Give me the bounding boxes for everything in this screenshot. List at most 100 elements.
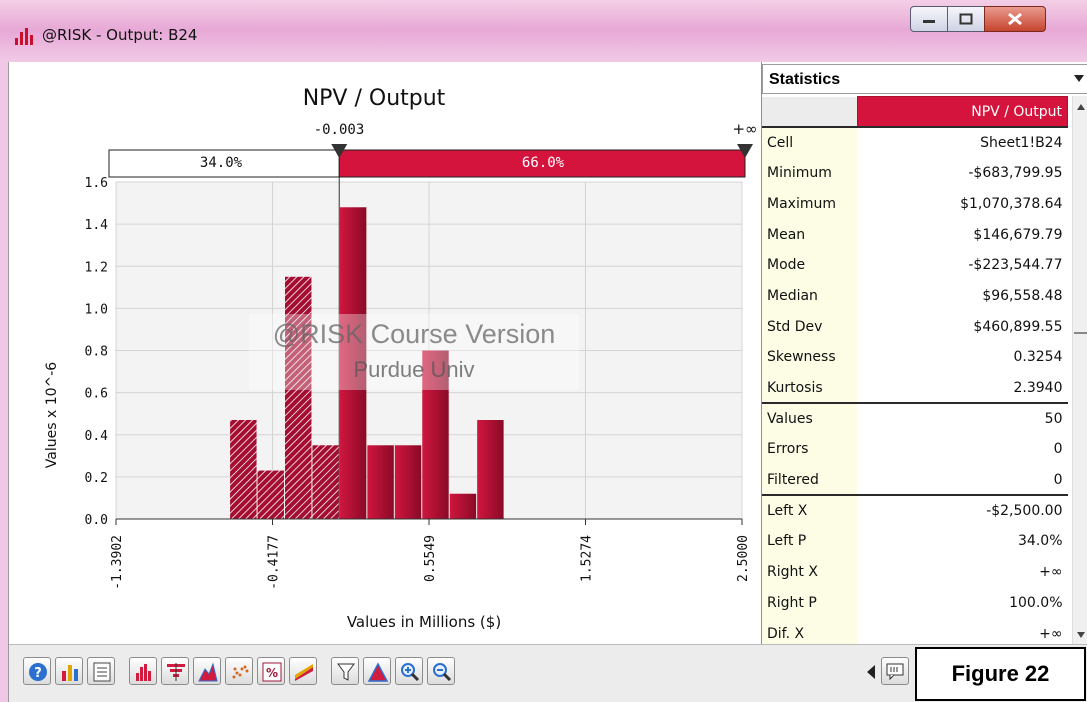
statistics-row: Mode -$223,544.77: [762, 249, 1068, 281]
statistic-label: Left P: [762, 526, 857, 557]
help-button[interactable]: ?: [23, 657, 51, 685]
comment-icon: [886, 663, 904, 681]
histogram-bar: [394, 445, 422, 519]
filter-icon: [337, 663, 355, 681]
graph-options-button[interactable]: [55, 657, 83, 685]
histogram-bar: [312, 445, 339, 519]
y-axis-label: Values x 10^-6: [44, 362, 60, 469]
fit-button[interactable]: [363, 657, 391, 685]
statistic-value: -$223,544.77: [968, 257, 1063, 274]
density-button[interactable]: [193, 657, 221, 685]
statistic-value: 0: [1053, 441, 1063, 458]
scroll-down-icon[interactable]: [1077, 632, 1085, 638]
scroll-up-icon[interactable]: [1077, 104, 1085, 110]
output-window-client: 0.0 0.2 0.4 0.6 0.8 1.0 1.2 1.4 1.6 -1.3902 -0.417…: [8, 62, 1087, 702]
statistic-label: Mode: [762, 249, 857, 281]
minimize-icon: [923, 20, 935, 23]
zoom-out-icon: [433, 663, 452, 682]
scatter-button[interactable]: [225, 657, 253, 685]
statistic-value: $460,899.55: [973, 318, 1063, 335]
help-icon: ?: [29, 663, 47, 681]
column-header[interactable]: NPV / Output: [856, 96, 1068, 128]
statistic-label: Maximum: [762, 188, 857, 220]
statistics-row: Kurtosis 2.3940: [762, 372, 1068, 404]
statistic-label: Median: [762, 280, 857, 312]
x-tick-label: 1.5274: [579, 535, 594, 582]
chart-area: 0.0 0.2 0.4 0.6 0.8 1.0 1.2 1.4 1.6 -1.3902 -0.417…: [9, 62, 761, 644]
y-tick-label: 0.2: [85, 471, 108, 486]
y-tick-label: 0.8: [85, 345, 108, 360]
statistic-value: $1,070,378.64: [960, 195, 1063, 212]
report-button[interactable]: [87, 657, 115, 685]
zoom-in-icon: [401, 663, 420, 682]
statistics-dropdown-label: Statistics: [769, 71, 841, 88]
statistic-value: 34.0%: [1018, 533, 1063, 550]
chevron-down-icon[interactable]: [1074, 75, 1084, 82]
statistic-value: -$683,799.95: [968, 165, 1063, 182]
statistics-row: Values 50: [762, 402, 1068, 435]
histogram-button[interactable]: [129, 657, 157, 685]
statistics-row: Right P 100.0%: [762, 587, 1068, 619]
chart-title: NPV / Output: [303, 86, 446, 111]
tornado-button[interactable]: [161, 657, 189, 685]
percent-icon: %: [262, 662, 282, 682]
statistic-label: Left X: [762, 494, 857, 527]
statistic-value: +∞: [1039, 564, 1063, 581]
left-probability-label: 34.0%: [200, 155, 243, 171]
statistic-value: $96,558.48: [982, 287, 1063, 304]
scroll-left-icon[interactable]: [867, 665, 875, 679]
statistics-row: Mean $146,679.79: [762, 219, 1068, 250]
histogram-chart: 0.0 0.2 0.4 0.6 0.8 1.0 1.2 1.4 1.6 -1.3902 -0.417…: [44, 86, 758, 631]
statistics-row: Left P 34.0%: [762, 526, 1068, 557]
statistic-value: 0: [1053, 471, 1063, 488]
statistics-scrollbar[interactable]: [1072, 96, 1087, 646]
statistic-value: 0.3254: [1013, 349, 1063, 366]
risk-app-icon: [15, 28, 33, 45]
zoom-out-button[interactable]: [427, 657, 455, 685]
statistics-dropdown[interactable]: Statistics: [762, 64, 1087, 94]
histogram-bar: [449, 493, 477, 519]
statistic-label: Skewness: [762, 342, 857, 373]
statistic-label: Errors: [762, 434, 857, 465]
left-delimiter-value: -0.003: [314, 122, 365, 138]
statistic-label: Values: [762, 402, 857, 435]
summary-button[interactable]: [289, 657, 317, 685]
percent-button[interactable]: %: [257, 657, 285, 685]
statistic-label: Filtered: [762, 464, 857, 496]
histogram-bar: [367, 445, 394, 519]
tornado-icon: [167, 663, 185, 681]
title-bar[interactable]: @RISK - Output: B24: [0, 0, 1087, 62]
statistic-value: Sheet1!B24: [857, 126, 1068, 158]
scroll-thumb[interactable]: [1074, 332, 1087, 334]
window-title: @RISK - Output: B24: [42, 26, 198, 44]
statistic-label: Minimum: [762, 157, 857, 189]
y-tick-label: 0.4: [85, 429, 109, 444]
zoom-in-button[interactable]: [395, 657, 423, 685]
statistics-row: Right X +∞: [762, 556, 1068, 588]
close-button[interactable]: [984, 6, 1046, 32]
y-tick-label: 1.0: [85, 302, 108, 317]
report-icon: [93, 662, 111, 682]
statistics-row: Dif. X +∞: [762, 618, 1068, 646]
svg-text:%: %: [266, 666, 278, 680]
statistic-value: 100.0%: [1009, 594, 1063, 611]
statistic-label: Std Dev: [762, 311, 857, 342]
density-icon: [198, 662, 218, 682]
minimize-button[interactable]: [910, 6, 948, 32]
statistic-value: +∞: [1039, 625, 1063, 642]
scatter-icon: [232, 665, 249, 679]
comment-button[interactable]: [881, 657, 909, 685]
y-tick-label: 0.0: [85, 513, 108, 528]
statistic-value: 2.3940: [1013, 379, 1063, 396]
statistics-grid: NPV / Output Cell Sheet1!B24 Minimum -$683,…: [762, 96, 1072, 646]
maximize-button[interactable]: [947, 6, 985, 32]
corner-cell: [762, 96, 857, 128]
filter-button[interactable]: [331, 657, 359, 685]
graph-options-icon: [62, 665, 78, 681]
histogram-bar: [477, 420, 504, 519]
statistic-value: 50: [857, 402, 1068, 435]
statistic-value: -$2,500.00: [857, 494, 1068, 527]
svg-text:?: ?: [34, 666, 42, 681]
histogram-bar: [257, 470, 284, 519]
statistics-row: Std Dev $460,899.55: [762, 311, 1068, 342]
